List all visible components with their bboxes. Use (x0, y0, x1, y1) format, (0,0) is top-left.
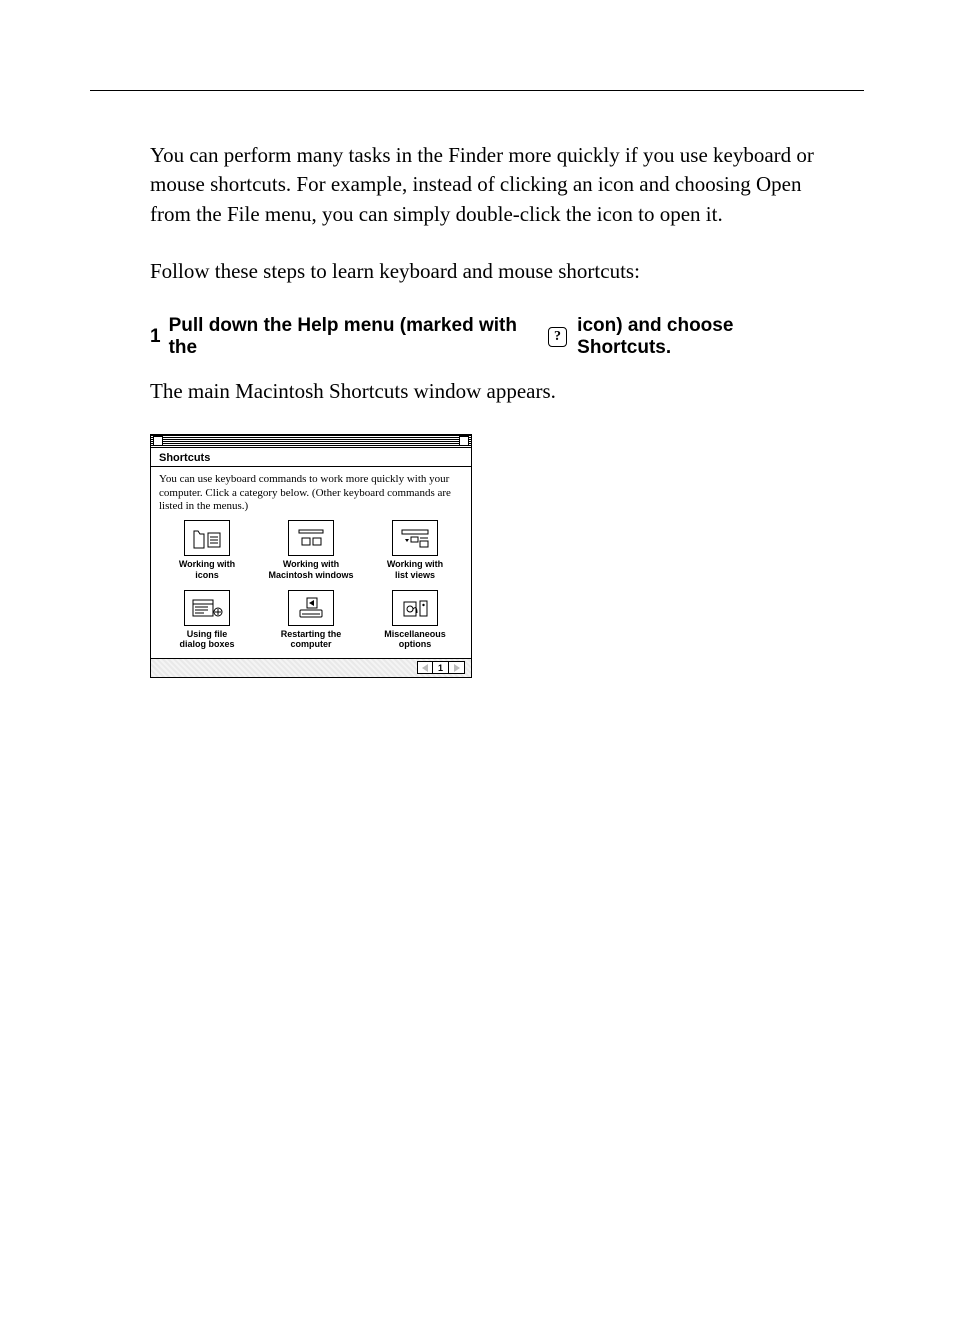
paragraph-followup: Follow these steps to learn keyboard and… (150, 257, 824, 286)
label-line1: Miscellaneous (384, 629, 446, 639)
label-line1: Using file (187, 629, 228, 639)
category-label: Miscellaneous options (367, 629, 463, 650)
label-line2: list views (395, 570, 435, 580)
category-label: Working with Macintosh windows (263, 559, 359, 580)
label-line1: Working with (387, 559, 443, 569)
category-grid: Working with icons Working with (159, 520, 463, 649)
icons-icon (184, 520, 230, 556)
category-using-file-dialog-boxes[interactable]: Using file dialog boxes (159, 590, 255, 650)
category-miscellaneous-options[interactable]: Miscellaneous options (367, 590, 463, 650)
pager-page-number: 1 (433, 661, 449, 674)
label-line2: dialog boxes (179, 639, 234, 649)
label-line2: computer (290, 639, 331, 649)
restart-icon (288, 590, 334, 626)
category-restarting-the-computer[interactable]: Restarting the computer (263, 590, 359, 650)
shortcuts-window: Shortcuts You can use keyboard commands … (150, 434, 472, 678)
label-line2: Macintosh windows (268, 570, 353, 580)
chevron-right-icon (454, 664, 460, 672)
category-working-with-icons[interactable]: Working with icons (159, 520, 255, 580)
windows-icon (288, 520, 334, 556)
label-line2: icons (195, 570, 219, 580)
dialog-boxes-icon (184, 590, 230, 626)
window-caption: The main Macintosh Shortcuts window appe… (150, 377, 824, 406)
label-line1: Working with (283, 559, 339, 569)
category-label: Using file dialog boxes (159, 629, 255, 650)
window-titlebar[interactable] (151, 435, 471, 448)
page-number-value: 1 (438, 663, 443, 673)
chevron-left-icon (422, 664, 428, 672)
pager-prev-button[interactable] (417, 661, 433, 674)
document-page: You can perform many tasks in the Finder… (0, 0, 954, 1336)
window-body: You can use keyboard commands to work mo… (151, 466, 471, 658)
pager-next-button[interactable] (449, 661, 465, 674)
step-text-after: icon) and choose Shortcuts. (577, 315, 824, 359)
label-line1: Working with (179, 559, 235, 569)
top-rule (90, 90, 864, 91)
window-title: Shortcuts (151, 448, 471, 466)
category-label: Working with list views (367, 559, 463, 580)
step-1: 1 Pull down the Help menu (marked with t… (150, 315, 824, 359)
step-number: 1 (150, 326, 161, 348)
category-working-with-macintosh-windows[interactable]: Working with Macintosh windows (263, 520, 359, 580)
label-line1: Restarting the (281, 629, 342, 639)
paragraph-intro: You can perform many tasks in the Finder… (150, 141, 824, 229)
zoom-box-icon[interactable] (459, 436, 469, 446)
step-text-before: Pull down the Help menu (marked with the (169, 315, 538, 359)
caption-text: The main Macintosh Shortcuts window appe… (150, 377, 824, 406)
body-text: You can perform many tasks in the Finder… (150, 141, 824, 287)
list-views-icon (392, 520, 438, 556)
close-box-icon[interactable] (153, 436, 163, 446)
misc-options-icon (392, 590, 438, 626)
category-working-with-list-views[interactable]: Working with list views (367, 520, 463, 580)
help-menu-icon: ? (548, 327, 567, 347)
category-label: Restarting the computer (263, 629, 359, 650)
category-label: Working with icons (159, 559, 255, 580)
window-intro-text: You can use keyboard commands to work mo… (159, 473, 463, 514)
label-line2: options (399, 639, 432, 649)
window-pager: 1 (151, 658, 471, 677)
